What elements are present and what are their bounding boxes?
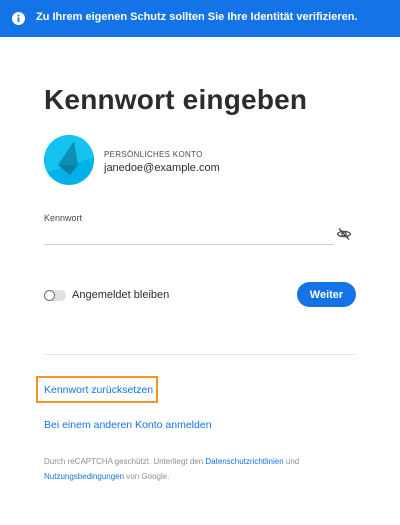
privacy-link[interactable]: Datenschutzrichtlinien [205, 457, 283, 466]
toggle-knob [44, 290, 55, 301]
info-icon [12, 12, 25, 25]
footer-text-2: und [283, 457, 300, 466]
other-account-link[interactable]: Bei einem anderen Konto anmelden [44, 419, 212, 431]
password-input[interactable] [44, 226, 334, 245]
account-avatar [44, 135, 94, 185]
login-page: Zu Ihrem eigenen Schutz sollten Sie Ihre… [0, 0, 400, 525]
terms-link[interactable]: Nutzungsbedingungen [44, 472, 124, 481]
eye-slash-icon[interactable] [336, 226, 352, 242]
recaptcha-notice: Durch reCAPTCHA geschützt. Unterliegt de… [44, 454, 356, 484]
page-title: Kennwort eingeben [44, 84, 308, 115]
footer-text-3: von Google. [124, 472, 170, 481]
account-email: janedoe@example.com [104, 162, 220, 174]
continue-button[interactable]: Weiter [297, 282, 356, 307]
reset-password-link[interactable]: Kennwort zurücksetzen [44, 384, 153, 396]
account-type-label: PERSÖNLICHES KONTO [104, 150, 203, 159]
footer-text-1: Durch reCAPTCHA geschützt. Unterliegt de… [44, 457, 206, 466]
notification-banner: Zu Ihrem eigenen Schutz sollten Sie Ihre… [0, 0, 400, 37]
stay-signed-in-label: Angemeldet bleiben [72, 289, 170, 301]
stay-signed-in-toggle[interactable] [44, 290, 66, 301]
password-label: Kennwort [44, 213, 83, 223]
banner-message: Zu Ihrem eigenen Schutz sollten Sie Ihre… [36, 11, 358, 23]
divider [44, 354, 356, 355]
